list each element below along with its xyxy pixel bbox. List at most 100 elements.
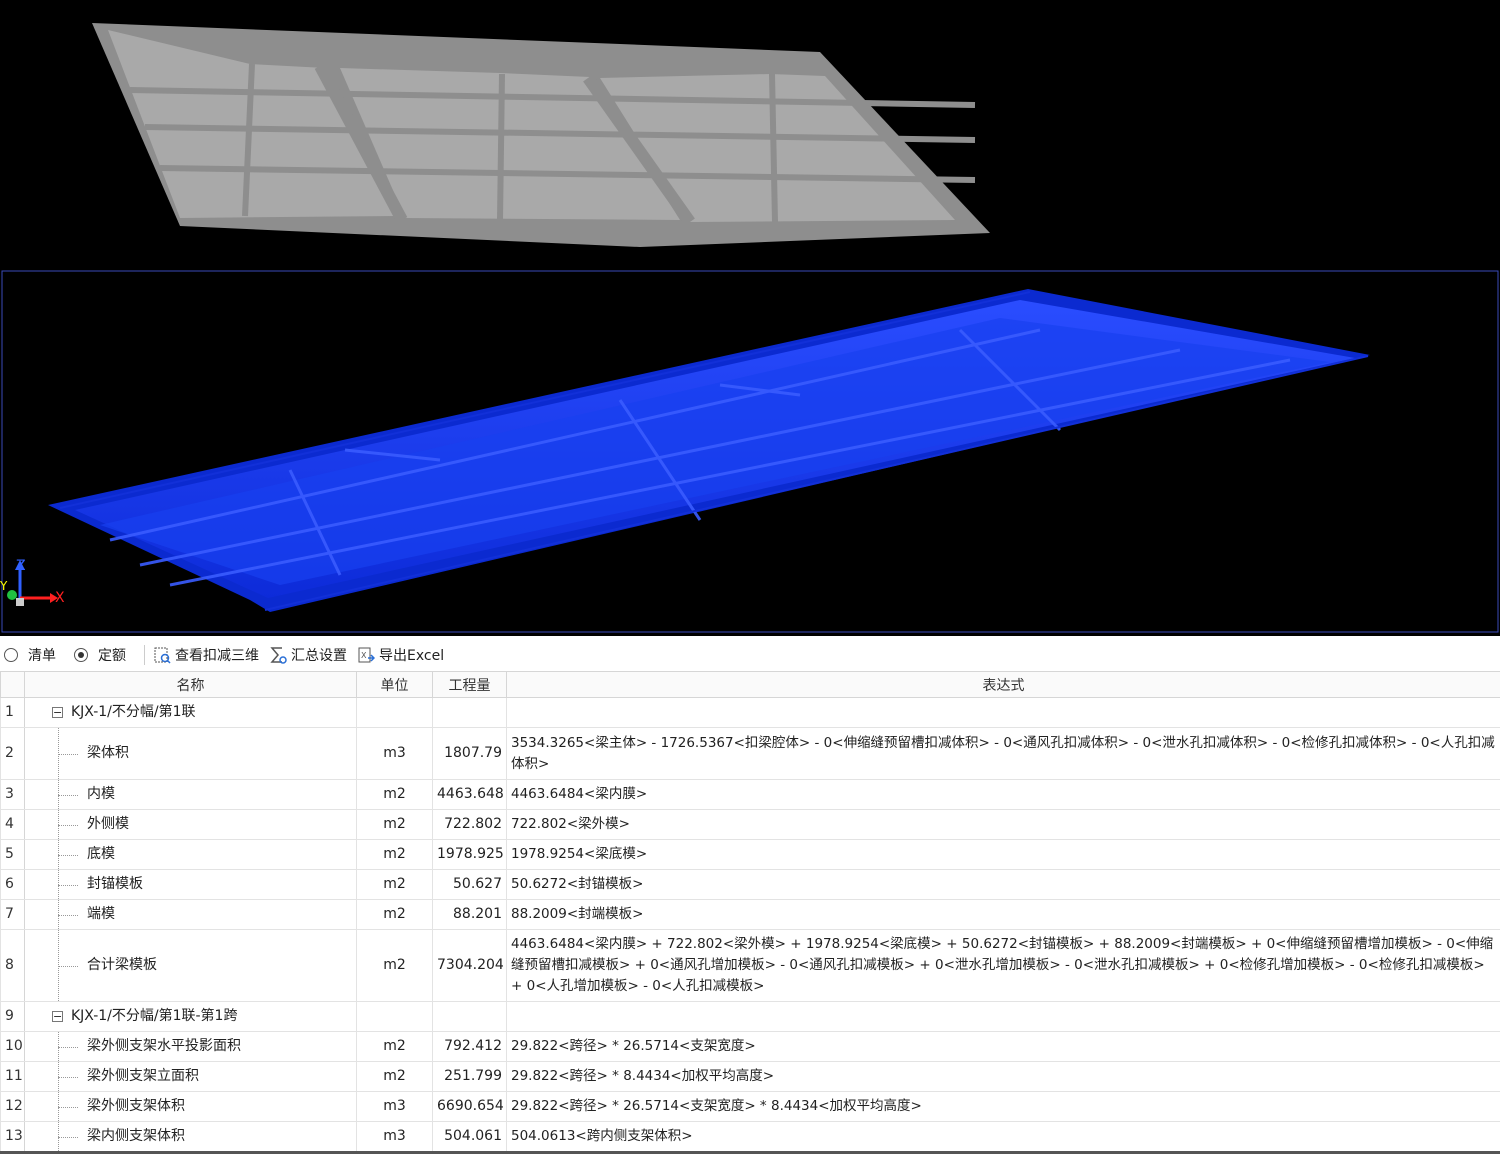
quantity-cell[interactable]: 251.799 [432,1061,507,1092]
name-cell[interactable]: 底模 [24,839,357,870]
row-number: 13 [0,1121,25,1152]
unit-cell[interactable]: m3 [356,1091,433,1122]
name-cell[interactable]: − KJX-1/不分幅/第1联 [24,697,357,728]
table-row[interactable]: 11 梁外侧支架立面积 m2 251.799 29.822<跨径> * 8.4434<加… [0,1061,1500,1092]
unit-cell[interactable]: m2 [356,779,433,810]
radio-quota-label[interactable]: 定额 [98,645,126,665]
table-row[interactable]: 6 封锚模板 m2 50.627 50.6272<封锚模板> [0,869,1500,900]
quantity-cell[interactable]: 504.061 [432,1121,507,1152]
table-row[interactable]: 10 梁外侧支架水平投影面积 m2 792.412 29.822<跨径> * 26.57… [0,1031,1500,1062]
table-row[interactable]: 2 梁体积 m3 1807.79 3534.3265<梁主体> - 1726.5367<… [0,727,1500,780]
table-group-row[interactable]: 1− KJX-1/不分幅/第1联 [0,697,1500,728]
unit-cell[interactable] [356,1001,433,1032]
expression-cell[interactable]: 29.822<跨径> * 26.5714<支架宽度> * 8.4434<加权平均… [506,1091,1500,1122]
expression-cell[interactable]: 504.0613<跨内侧支架体积> [506,1121,1500,1152]
name-cell[interactable]: 梁外侧支架立面积 [24,1061,357,1092]
tree-connector-horizontal [58,914,78,916]
collapse-toggle-icon[interactable]: − [52,1010,63,1022]
quantity-cell[interactable]: 722.802 [432,809,507,840]
quantity-cell[interactable] [432,697,507,728]
radio-list-circle[interactable] [4,647,18,662]
expression-cell[interactable]: 3534.3265<梁主体> - 1726.5367<扣梁腔体> - 0<伸缩缝… [506,727,1500,780]
quantity-cell[interactable] [432,1001,507,1032]
name-cell[interactable]: 外侧模 [24,809,357,840]
name-cell[interactable]: 封锚模板 [24,869,357,900]
expression-cell[interactable]: 722.802<梁外模> [506,809,1500,840]
table-row[interactable]: 4 外侧模 m2 722.802 722.802<梁外模> [0,809,1500,840]
item-name: 合计梁模板 [87,957,157,973]
header-quantity[interactable]: 工程量 [432,671,507,698]
expression-cell[interactable]: 29.822<跨径> * 26.5714<支架宽度> [506,1031,1500,1062]
tree-connector-horizontal [58,854,78,856]
quantity-cell[interactable]: 4463.648 [432,779,507,810]
radio-list[interactable]: 清单 [4,645,56,665]
axis-y-label: Y [0,579,8,593]
view-deduction-3d-button[interactable]: 查看扣减三维 [153,645,259,665]
item-name: 梁体积 [87,745,129,761]
header-unit[interactable]: 单位 [356,671,433,698]
table-row[interactable]: 8 合计梁模板 m2 7304.204 4463.6484<梁内膜> + 722.802… [0,929,1500,1002]
unit-cell[interactable]: m2 [356,929,433,1002]
unit-cell[interactable]: m2 [356,1061,433,1092]
toolbar-divider [144,644,145,665]
table-row[interactable]: 5 底模 m2 1978.925 1978.9254<梁底模> [0,839,1500,870]
table-row[interactable]: 13 梁内侧支架体积 m3 504.061 504.0613<跨内侧支架体积> [0,1121,1500,1152]
expression-cell[interactable] [506,697,1500,728]
table-row[interactable]: 7 端模 m2 88.201 88.2009<封端模板> [0,899,1500,930]
name-cell[interactable]: 梁外侧支架水平投影面积 [24,1031,357,1062]
radio-quota-circle[interactable] [74,647,88,662]
expression-cell[interactable]: 1978.9254<梁底模> [506,839,1500,870]
unit-cell[interactable]: m2 [356,1031,433,1062]
upper-slab-model [92,23,990,247]
item-name: 梁外侧支架立面积 [87,1068,199,1084]
expression-cell[interactable]: 4463.6484<梁内膜> [506,779,1500,810]
table-row[interactable]: 3 内模 m2 4463.648 4463.6484<梁内膜> [0,779,1500,810]
quantity-cell[interactable]: 50.627 [432,869,507,900]
unit-cell[interactable]: m2 [356,809,433,840]
header-name[interactable]: 名称 [24,671,357,698]
quantity-cell[interactable]: 792.412 [432,1031,507,1062]
unit-cell[interactable]: m2 [356,839,433,870]
radio-quota[interactable]: 定额 [74,645,126,665]
quantity-cell[interactable]: 1978.925 [432,839,507,870]
item-name: 梁外侧支架水平投影面积 [87,1038,241,1054]
summary-settings-label: 汇总设置 [291,647,347,664]
table-group-row[interactable]: 9− KJX-1/不分幅/第1联-第1跨 [0,1001,1500,1032]
name-cell[interactable]: 梁体积 [24,727,357,780]
row-number: 12 [0,1091,25,1122]
sum-icon [270,646,287,664]
header-expression[interactable]: 表达式 [506,671,1500,698]
row-number: 8 [0,929,25,1002]
name-cell[interactable]: 端模 [24,899,357,930]
quantity-cell[interactable]: 6690.654 [432,1091,507,1122]
unit-cell[interactable]: m3 [356,727,433,780]
item-name: 端模 [87,906,115,922]
3d-model-canvas[interactable]: Z X Y [0,0,1500,636]
radio-list-label[interactable]: 清单 [28,645,56,665]
name-cell[interactable]: 合计梁模板 [24,929,357,1002]
collapse-toggle-icon[interactable]: − [52,706,63,718]
name-cell[interactable]: 内模 [24,779,357,810]
quantity-cell[interactable]: 1807.79 [432,727,507,780]
name-cell[interactable]: 梁外侧支架体积 [24,1091,357,1122]
name-cell[interactable]: 梁内侧支架体积 [24,1121,357,1152]
expression-cell[interactable] [506,1001,1500,1032]
row-number: 4 [0,809,25,840]
quantity-cell[interactable]: 7304.204 [432,929,507,1002]
expression-cell[interactable]: 88.2009<封端模板> [506,899,1500,930]
unit-cell[interactable] [356,697,433,728]
expression-cell[interactable]: 29.822<跨径> * 8.4434<加权平均高度> [506,1061,1500,1092]
export-excel-label: 导出Excel [379,647,445,664]
summary-settings-button[interactable]: 汇总设置 [269,645,347,665]
unit-cell[interactable]: m2 [356,869,433,900]
unit-cell[interactable]: m3 [356,1121,433,1152]
table-row[interactable]: 12 梁外侧支架体积 m3 6690.654 29.822<跨径> * 26.5714<… [0,1091,1500,1122]
name-cell[interactable]: − KJX-1/不分幅/第1联-第1跨 [24,1001,357,1032]
export-excel-button[interactable]: X 导出Excel [357,645,444,665]
quantity-cell[interactable]: 88.201 [432,899,507,930]
expression-cell[interactable]: 4463.6484<梁内膜> + 722.802<梁外模> + 1978.925… [506,929,1500,1002]
3d-viewport[interactable]: Z X Y [0,0,1500,636]
expression-cell[interactable]: 50.6272<封锚模板> [506,869,1500,900]
unit-cell[interactable]: m2 [356,899,433,930]
tree-connector-horizontal [58,1076,78,1078]
